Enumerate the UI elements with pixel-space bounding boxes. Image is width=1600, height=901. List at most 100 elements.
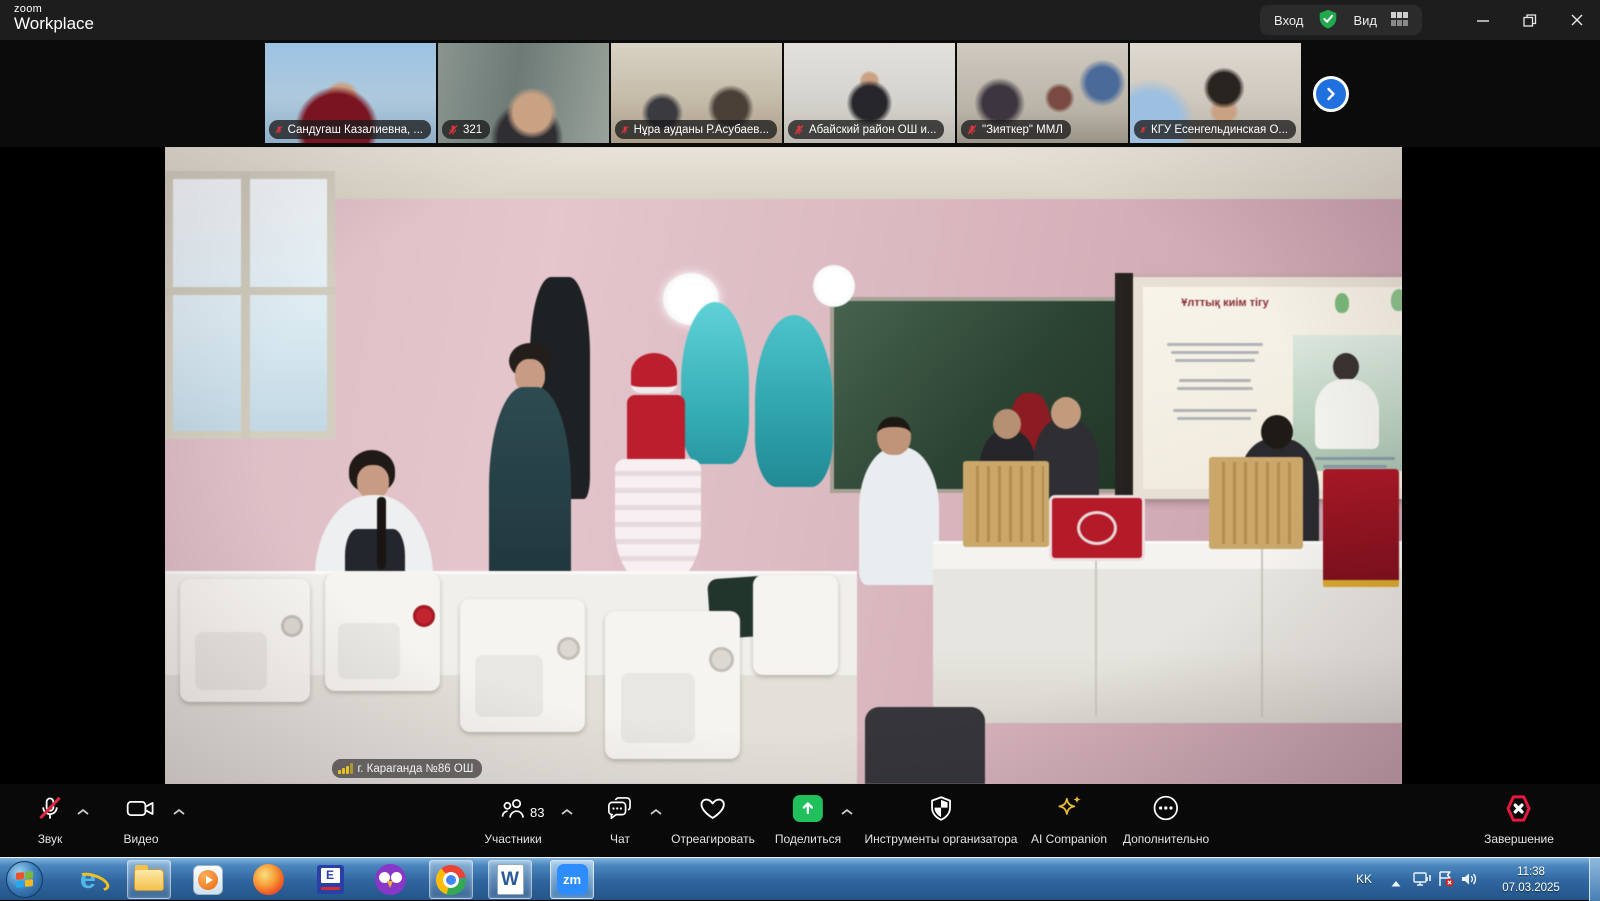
ai-companion-button[interactable]: AI Companion [1031, 793, 1107, 846]
participant-name: 321 [463, 124, 482, 136]
taskbar-chrome[interactable] [429, 860, 473, 899]
taskbar-firefox[interactable] [246, 860, 290, 899]
host-tools-label: Инструменты организатора [865, 832, 1018, 846]
taskbar-explorer[interactable] [127, 860, 171, 899]
muted-mic-icon [274, 124, 284, 136]
participants-label: Участники [484, 832, 541, 846]
zoom-app-icon: zm [557, 864, 588, 895]
minimize-button[interactable] [1459, 0, 1506, 40]
participant-video-3[interactable]: Нұра ауданы Р.Асубаев... [611, 43, 782, 143]
participant-video-1[interactable]: Сандугаш Казалиевна, ... [265, 43, 436, 143]
more-label: Дополнительно [1123, 832, 1209, 846]
chat-options-chevron[interactable] [649, 803, 663, 821]
video-options-chevron[interactable] [172, 803, 186, 821]
muted-mic-icon [1139, 124, 1147, 136]
meeting-toolbar: Звук Видео Участники 83 Чат Отреагироват [0, 784, 1600, 857]
ai-companion-label: AI Companion [1031, 832, 1107, 846]
muted-mic-icon [620, 124, 630, 136]
titlebar-right-cluster: Вход Вид [1260, 5, 1422, 35]
audio-label: Звук [38, 832, 63, 846]
participant-name-pill: 321 [442, 120, 490, 139]
share-button[interactable]: Поделиться [775, 793, 841, 846]
chevron-up-icon [1390, 879, 1402, 888]
participant-video-4[interactable]: Абайский район ОШ и... [784, 43, 955, 143]
participants-icon [499, 793, 527, 823]
participant-name-pill: КГУ Есенгельдинская О... [1134, 120, 1296, 139]
firefox-icon [253, 864, 284, 895]
participants-button[interactable]: Участники 83 [484, 793, 541, 846]
taskbar-purple-app[interactable] [368, 860, 412, 899]
login-button[interactable]: Вход [1274, 13, 1303, 28]
show-desktop-button[interactable] [1589, 858, 1600, 901]
window-controls [1459, 0, 1600, 40]
share-options-chevron[interactable] [840, 803, 854, 821]
video-label: Видео [123, 832, 158, 846]
chevron-right-icon [1323, 86, 1339, 102]
react-button[interactable]: Отреагировать [671, 793, 755, 846]
participant-name: Абайский район ОШ и... [809, 124, 936, 136]
zoom-workplace-logo: zoom Workplace [14, 3, 94, 34]
more-button[interactable]: Дополнительно [1123, 793, 1209, 846]
muted-mic-icon [793, 124, 805, 136]
participant-video-6[interactable]: КГУ Есенгельдинская О... [1130, 43, 1301, 143]
participant-video-2[interactable]: 321 [438, 43, 609, 143]
tray-volume-icon[interactable] [1459, 870, 1479, 893]
video-button[interactable]: Видео [123, 793, 158, 846]
participants-options-chevron[interactable] [560, 803, 574, 821]
start-button[interactable] [6, 861, 43, 898]
view-button[interactable]: Вид [1353, 13, 1377, 28]
media-player-icon [193, 865, 223, 895]
end-meeting-button[interactable]: Завершение [1484, 793, 1554, 846]
folder-icon [134, 869, 164, 891]
chat-label: Чат [610, 832, 630, 846]
audio-options-chevron[interactable] [76, 803, 90, 821]
brand-workplace-text: Workplace [14, 14, 94, 34]
chat-button[interactable]: Чат [606, 793, 635, 846]
scene-vignette [165, 147, 1402, 784]
windows-taskbar: e E W zm KK 11:38 07.03. [0, 857, 1600, 900]
taskbar-zoom[interactable]: zm [550, 860, 594, 899]
taskbar-word[interactable]: W [488, 860, 532, 899]
restore-button[interactable] [1506, 0, 1553, 40]
muted-mic-icon [966, 124, 978, 136]
windows-logo-icon [16, 871, 33, 888]
taskbar-floppy-app[interactable]: E [308, 860, 352, 899]
active-speaker-label: г. Караганда №86 ОШ [332, 759, 482, 778]
taskbar-media-player[interactable] [186, 860, 230, 899]
shield-icon [927, 793, 954, 823]
camera-icon [126, 793, 157, 823]
audio-button[interactable]: Звук [37, 793, 64, 846]
active-speaker-video[interactable]: Ұлттық киім тігу [165, 147, 1402, 784]
participants-count: 83 [530, 805, 544, 820]
participant-name: Сандугаш Казалиевна, ... [288, 124, 423, 136]
show-hidden-icons-button[interactable] [1390, 875, 1402, 893]
share-screen-icon [793, 795, 823, 822]
muted-mic-icon [447, 124, 459, 136]
view-grid-icon[interactable] [1391, 12, 1408, 29]
participant-name: КГУ Есенгельдинская О... [1151, 124, 1288, 136]
zoom-titlebar: zoom Workplace Вход Вид [0, 0, 1600, 40]
signal-bars-icon [338, 763, 353, 774]
internet-explorer-icon: e [80, 865, 96, 894]
participant-name: Нұра ауданы Р.Асубаев... [634, 124, 769, 136]
tray-network-icon[interactable] [1412, 870, 1432, 893]
main-stage: Ұлттық киім тігу [0, 147, 1600, 784]
react-label: Отреагировать [671, 832, 755, 846]
host-tools-button[interactable]: Инструменты организатора [865, 793, 1018, 846]
end-meeting-label: Завершение [1484, 832, 1554, 846]
participant-name-pill: Сандугаш Казалиевна, ... [269, 120, 431, 139]
ai-sparkle-icon [1054, 793, 1084, 823]
participant-video-5[interactable]: "Зияткер" ММЛ [957, 43, 1128, 143]
taskbar-clock[interactable]: 11:38 07.03.2025 [1478, 864, 1584, 896]
tray-action-center-icon[interactable] [1436, 870, 1456, 893]
participant-thumbnail-strip: Сандугаш Казалиевна, ... 321 Нұра ауданы… [0, 40, 1600, 147]
next-page-button[interactable] [1313, 76, 1349, 112]
taskbar-internet-explorer[interactable]: e [66, 860, 110, 899]
muted-mic-icon [37, 793, 64, 823]
close-button[interactable] [1553, 0, 1600, 40]
chrome-icon [436, 865, 466, 895]
heart-icon [699, 793, 728, 823]
language-indicator[interactable]: KK [1356, 872, 1372, 886]
clock-date: 07.03.2025 [1478, 880, 1584, 896]
participant-name-pill: Нұра ауданы Р.Асубаев... [615, 120, 777, 139]
